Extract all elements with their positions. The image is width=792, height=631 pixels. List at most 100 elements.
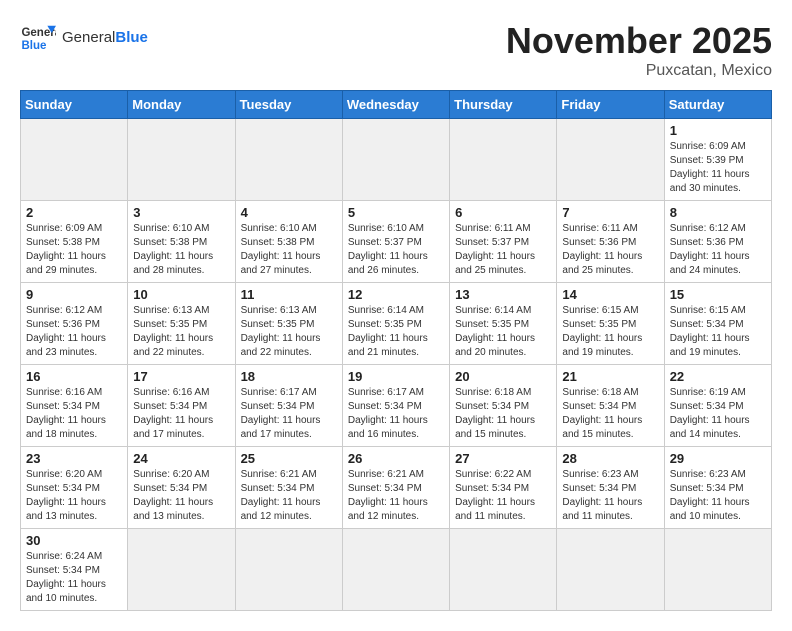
- calendar-day-cell: [21, 119, 128, 201]
- calendar-day-cell: [342, 529, 449, 611]
- calendar-day-cell: 6Sunrise: 6:11 AMSunset: 5:37 PMDaylight…: [450, 201, 557, 283]
- calendar-day-cell: 13Sunrise: 6:14 AMSunset: 5:35 PMDayligh…: [450, 283, 557, 365]
- calendar-header-row: SundayMondayTuesdayWednesdayThursdayFrid…: [21, 91, 772, 119]
- day-info: Sunrise: 6:14 AMSunset: 5:35 PMDaylight:…: [455, 304, 551, 360]
- calendar-day-cell: [128, 119, 235, 201]
- calendar-day-cell: 28 Sunrise: 6:23 AMSunset: 5:34 PMDayligh…: [557, 447, 664, 529]
- calendar-day-cell: [664, 529, 771, 611]
- day-info: Sunrise: 6:18 AMSunset: 5:34 PMDaylight:…: [562, 386, 658, 442]
- logo: General Blue GeneralBlue: [20, 20, 148, 56]
- day-info: Sunrise: 6:11 AMSunset: 5:36 PMDaylight:…: [562, 222, 658, 278]
- weekday-header-wednesday: Wednesday: [342, 91, 449, 119]
- day-info: Sunrise: 6:13 AMSunset: 5:35 PMDaylight:…: [133, 304, 229, 360]
- svg-text:Blue: Blue: [21, 40, 47, 52]
- weekday-header-sunday: Sunday: [21, 91, 128, 119]
- weekday-header-monday: Monday: [128, 91, 235, 119]
- day-number: 7: [562, 205, 658, 220]
- calendar-day-cell: 1 Sunrise: 6:09 AMSunset: 5:39 PMDaylight…: [664, 119, 771, 201]
- day-info: Sunrise: 6:15 AMSunset: 5:34 PMDaylight:…: [670, 304, 766, 360]
- page-header: General Blue GeneralBlue November 2025 P…: [20, 20, 772, 80]
- day-info: Sunrise: 6:15 AMSunset: 5:35 PMDaylight:…: [562, 304, 658, 360]
- calendar-day-cell: 4Sunrise: 6:10 AMSunset: 5:38 PMDaylight…: [235, 201, 342, 283]
- day-number: 14: [562, 287, 658, 302]
- day-number: 11: [241, 287, 337, 302]
- day-number: 17: [133, 369, 229, 384]
- day-info: Sunrise: 6:19 AMSunset: 5:34 PMDaylight:…: [670, 386, 766, 442]
- day-info: Sunrise: 6:18 AMSunset: 5:34 PMDaylight:…: [455, 386, 551, 442]
- calendar-day-cell: 24 Sunrise: 6:20 AMSunset: 5:34 PMDayligh…: [128, 447, 235, 529]
- calendar-title-area: November 2025 Puxcatan, Mexico: [506, 20, 772, 80]
- calendar-day-cell: 10Sunrise: 6:13 AMSunset: 5:35 PMDayligh…: [128, 283, 235, 365]
- calendar-day-cell: [450, 119, 557, 201]
- logo-icon: General Blue: [20, 20, 56, 56]
- day-number: 15: [670, 287, 766, 302]
- calendar-day-cell: 9Sunrise: 6:12 AMSunset: 5:36 PMDaylight…: [21, 283, 128, 365]
- calendar-day-cell: 21 Sunrise: 6:18 AMSunset: 5:34 PMDayligh…: [557, 365, 664, 447]
- calendar-day-cell: 27Sunrise: 6:22 AMSunset: 5:34 PMDayligh…: [450, 447, 557, 529]
- day-info: Sunrise: 6:10 AMSunset: 5:38 PMDaylight:…: [133, 222, 229, 278]
- day-info: Sunrise: 6:12 AMSunset: 5:36 PMDaylight:…: [670, 222, 766, 278]
- month-title: November 2025: [506, 20, 772, 62]
- day-info: Sunrise: 6:13 AMSunset: 5:35 PMDaylight:…: [241, 304, 337, 360]
- calendar-week-row: 16Sunrise: 6:16 AMSunset: 5:34 PMDayligh…: [21, 365, 772, 447]
- day-number: 30: [26, 533, 122, 548]
- day-info: Sunrise: 6:24 AMSunset: 5:34 PMDaylight:…: [26, 550, 122, 606]
- calendar-day-cell: 25 Sunrise: 6:21 AMSunset: 5:34 PMDayligh…: [235, 447, 342, 529]
- calendar-day-cell: [557, 119, 664, 201]
- day-number: 25: [241, 451, 337, 466]
- day-number: 28: [562, 451, 658, 466]
- day-info: Sunrise: 6:09 AMSunset: 5:38 PMDaylight:…: [26, 222, 122, 278]
- calendar-day-cell: 22 Sunrise: 6:19 AMSunset: 5:34 PMDayligh…: [664, 365, 771, 447]
- calendar-day-cell: 18 Sunrise: 6:17 AMSunset: 5:34 PMDayligh…: [235, 365, 342, 447]
- calendar-day-cell: 7 Sunrise: 6:11 AMSunset: 5:36 PMDaylight…: [557, 201, 664, 283]
- calendar-day-cell: 12Sunrise: 6:14 AMSunset: 5:35 PMDayligh…: [342, 283, 449, 365]
- calendar-day-cell: 23Sunrise: 6:20 AMSunset: 5:34 PMDayligh…: [21, 447, 128, 529]
- day-info: Sunrise: 6:17 AMSunset: 5:34 PMDaylight:…: [241, 386, 337, 442]
- calendar-day-cell: 17 Sunrise: 6:16 AMSunset: 5:34 PMDayligh…: [128, 365, 235, 447]
- calendar-day-cell: [557, 529, 664, 611]
- calendar-day-cell: 16Sunrise: 6:16 AMSunset: 5:34 PMDayligh…: [21, 365, 128, 447]
- day-info: Sunrise: 6:23 AMSunset: 5:34 PMDaylight:…: [670, 468, 766, 524]
- day-number: 1: [670, 123, 766, 138]
- calendar-day-cell: 26 Sunrise: 6:21 AMSunset: 5:34 PMDayligh…: [342, 447, 449, 529]
- day-info: Sunrise: 6:12 AMSunset: 5:36 PMDaylight:…: [26, 304, 122, 360]
- calendar-day-cell: 30 Sunrise: 6:24 AMSunset: 5:34 PMDayligh…: [21, 529, 128, 611]
- day-number: 21: [562, 369, 658, 384]
- day-number: 18: [241, 369, 337, 384]
- calendar-day-cell: [128, 529, 235, 611]
- calendar-week-row: 2 Sunrise: 6:09 AMSunset: 5:38 PMDaylight…: [21, 201, 772, 283]
- calendar-day-cell: [235, 119, 342, 201]
- day-info: Sunrise: 6:21 AMSunset: 5:34 PMDaylight:…: [241, 468, 337, 524]
- day-info: Sunrise: 6:14 AMSunset: 5:35 PMDaylight:…: [348, 304, 444, 360]
- day-info: Sunrise: 6:21 AMSunset: 5:34 PMDaylight:…: [348, 468, 444, 524]
- calendar-day-cell: 20 Sunrise: 6:18 AMSunset: 5:34 PMDayligh…: [450, 365, 557, 447]
- calendar-day-cell: 8 Sunrise: 6:12 AMSunset: 5:36 PMDaylight…: [664, 201, 771, 283]
- day-number: 20: [455, 369, 551, 384]
- day-info: Sunrise: 6:20 AMSunset: 5:34 PMDaylight:…: [26, 468, 122, 524]
- day-info: Sunrise: 6:23 AMSunset: 5:34 PMDaylight:…: [562, 468, 658, 524]
- calendar-day-cell: 15 Sunrise: 6:15 AMSunset: 5:34 PMDayligh…: [664, 283, 771, 365]
- day-number: 26: [348, 451, 444, 466]
- calendar-day-cell: 3 Sunrise: 6:10 AMSunset: 5:38 PMDaylight…: [128, 201, 235, 283]
- weekday-header-thursday: Thursday: [450, 91, 557, 119]
- weekday-header-friday: Friday: [557, 91, 664, 119]
- day-number: 3: [133, 205, 229, 220]
- day-number: 8: [670, 205, 766, 220]
- day-number: 5: [348, 205, 444, 220]
- day-info: Sunrise: 6:16 AMSunset: 5:34 PMDaylight:…: [133, 386, 229, 442]
- day-info: Sunrise: 6:17 AMSunset: 5:34 PMDaylight:…: [348, 386, 444, 442]
- day-info: Sunrise: 6:10 AMSunset: 5:37 PMDaylight:…: [348, 222, 444, 278]
- day-number: 6: [455, 205, 551, 220]
- day-number: 27: [455, 451, 551, 466]
- day-number: 29: [670, 451, 766, 466]
- day-info: Sunrise: 6:20 AMSunset: 5:34 PMDaylight:…: [133, 468, 229, 524]
- calendar-week-row: 9Sunrise: 6:12 AMSunset: 5:36 PMDaylight…: [21, 283, 772, 365]
- day-info: Sunrise: 6:09 AMSunset: 5:39 PMDaylight:…: [670, 140, 766, 196]
- day-number: 2: [26, 205, 122, 220]
- day-number: 22: [670, 369, 766, 384]
- weekday-header-tuesday: Tuesday: [235, 91, 342, 119]
- calendar-table: SundayMondayTuesdayWednesdayThursdayFrid…: [20, 90, 772, 611]
- calendar-week-row: 1 Sunrise: 6:09 AMSunset: 5:39 PMDaylight…: [21, 119, 772, 201]
- day-number: 24: [133, 451, 229, 466]
- calendar-day-cell: 11 Sunrise: 6:13 AMSunset: 5:35 PMDayligh…: [235, 283, 342, 365]
